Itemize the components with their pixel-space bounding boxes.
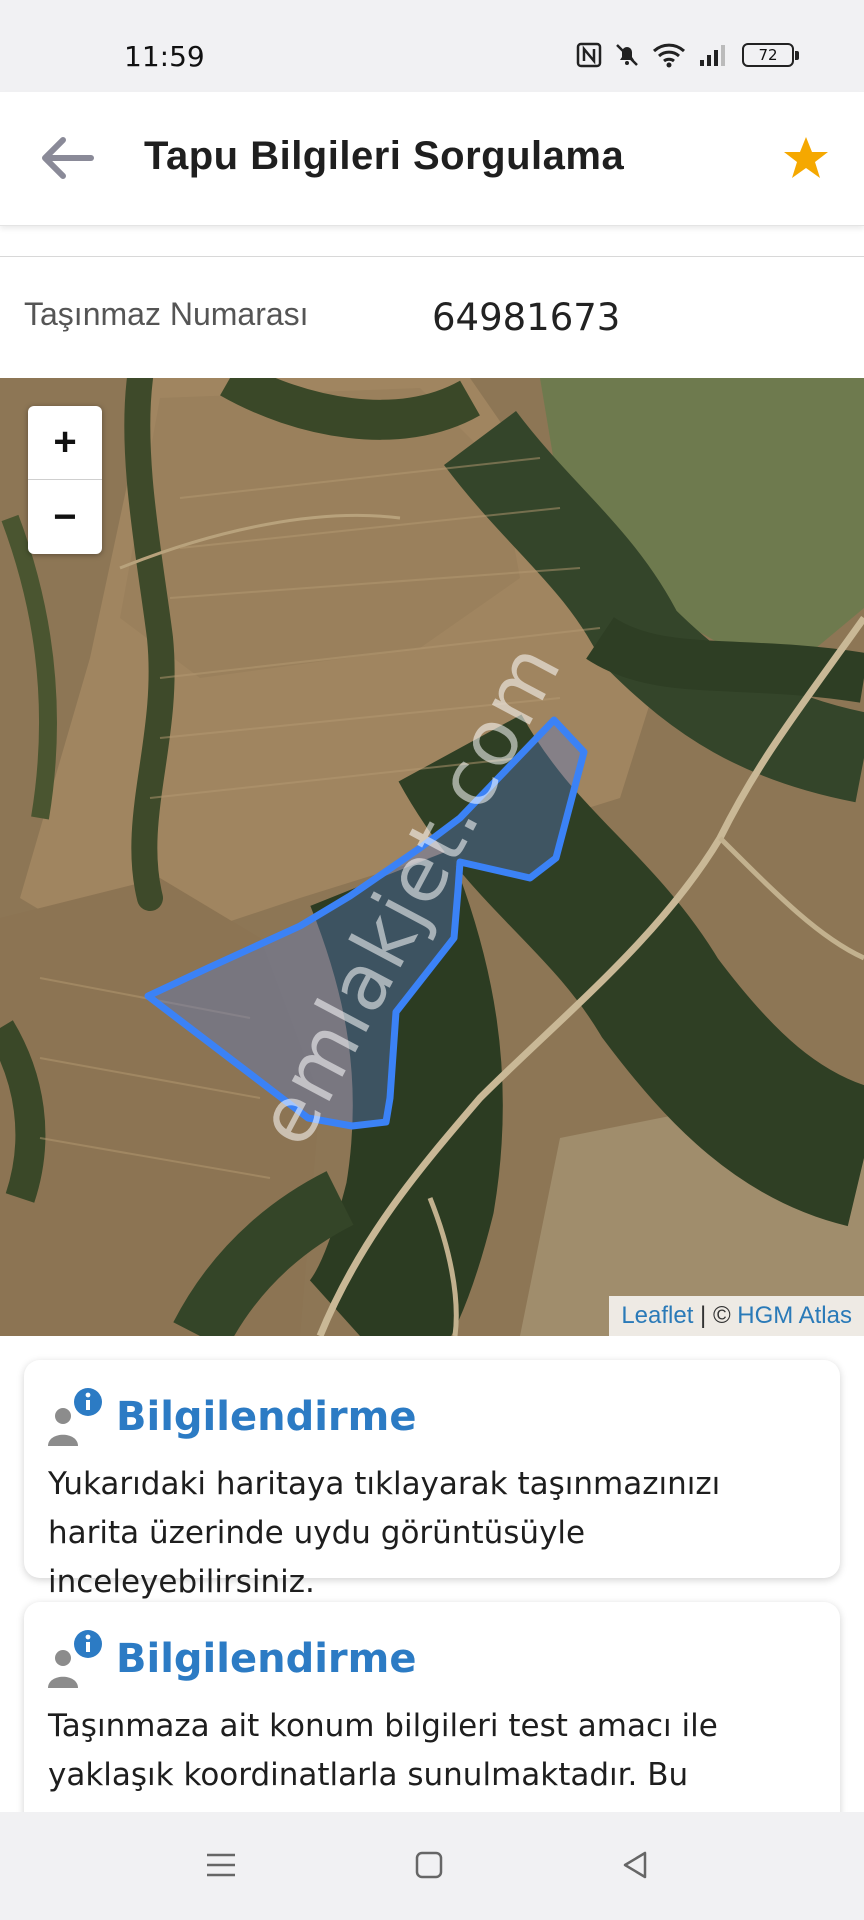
info-card-title: Bilgilendirme bbox=[116, 1394, 417, 1440]
parcel-number-label: Taşınmaz Numarası bbox=[24, 296, 309, 332]
info-card-text: Taşınmaza ait konum bilgileri test amacı… bbox=[48, 1708, 718, 1793]
home-button[interactable] bbox=[404, 1842, 454, 1892]
system-nav-bar bbox=[0, 1812, 864, 1920]
battery-level: 72 bbox=[758, 46, 778, 64]
info-card-text: Yukarıdaki haritaya tıklayarak taşınmazı… bbox=[48, 1466, 721, 1600]
signal-icon bbox=[698, 42, 730, 68]
mute-icon bbox=[614, 42, 640, 68]
user-info-icon bbox=[46, 1386, 104, 1448]
info-card-header: Bilgilendirme bbox=[46, 1386, 416, 1448]
parcel-number-row: Taşınmaz Numarası 64981673 bbox=[0, 272, 864, 377]
info-card-title: Bilgilendirme bbox=[116, 1636, 417, 1682]
info-card: Bilgilendirme Yukarıdaki haritaya tıklay… bbox=[24, 1360, 840, 1600]
arrow-left-icon bbox=[37, 134, 95, 187]
status-icons: 72 bbox=[576, 42, 799, 68]
user-info-icon bbox=[46, 1628, 104, 1690]
satellite-map[interactable]: emlakjet.com + − Leaflet | © HGM Atlas bbox=[0, 378, 864, 1336]
system-back-button[interactable] bbox=[610, 1842, 660, 1892]
zoom-out-button[interactable]: − bbox=[28, 480, 102, 554]
battery-icon: 72 bbox=[742, 43, 799, 67]
favorite-button[interactable] bbox=[778, 132, 834, 188]
home-icon bbox=[413, 1849, 445, 1886]
back-triangle-icon bbox=[619, 1849, 651, 1886]
nfc-icon bbox=[576, 42, 602, 68]
zoom-control: + − bbox=[28, 406, 102, 554]
star-icon bbox=[782, 135, 830, 186]
map-attribution: Leaflet | © HGM Atlas bbox=[609, 1296, 864, 1336]
app-bar: Tapu Bilgileri Sorgulama bbox=[0, 92, 864, 226]
divider bbox=[0, 256, 864, 257]
leaflet-link[interactable]: Leaflet bbox=[621, 1302, 693, 1329]
attribution-separator: | © bbox=[693, 1302, 738, 1329]
zoom-in-button[interactable]: + bbox=[28, 406, 102, 480]
parcel-number-value: 64981673 bbox=[432, 296, 621, 339]
page-title: Tapu Bilgileri Sorgulama bbox=[144, 134, 625, 178]
info-card-header: Bilgilendirme bbox=[46, 1628, 416, 1690]
back-button[interactable] bbox=[36, 130, 96, 190]
status-bar: 11:59 72 bbox=[0, 0, 864, 92]
menu-icon bbox=[204, 1850, 238, 1885]
recent-apps-button[interactable] bbox=[196, 1842, 246, 1892]
app-screen: 11:59 72 Tapu Bilgileri Sorgulama Taşınm… bbox=[0, 0, 864, 1920]
hgm-atlas-link[interactable]: HGM Atlas bbox=[737, 1302, 852, 1329]
status-time: 11:59 bbox=[124, 40, 205, 73]
wifi-icon bbox=[652, 42, 686, 68]
